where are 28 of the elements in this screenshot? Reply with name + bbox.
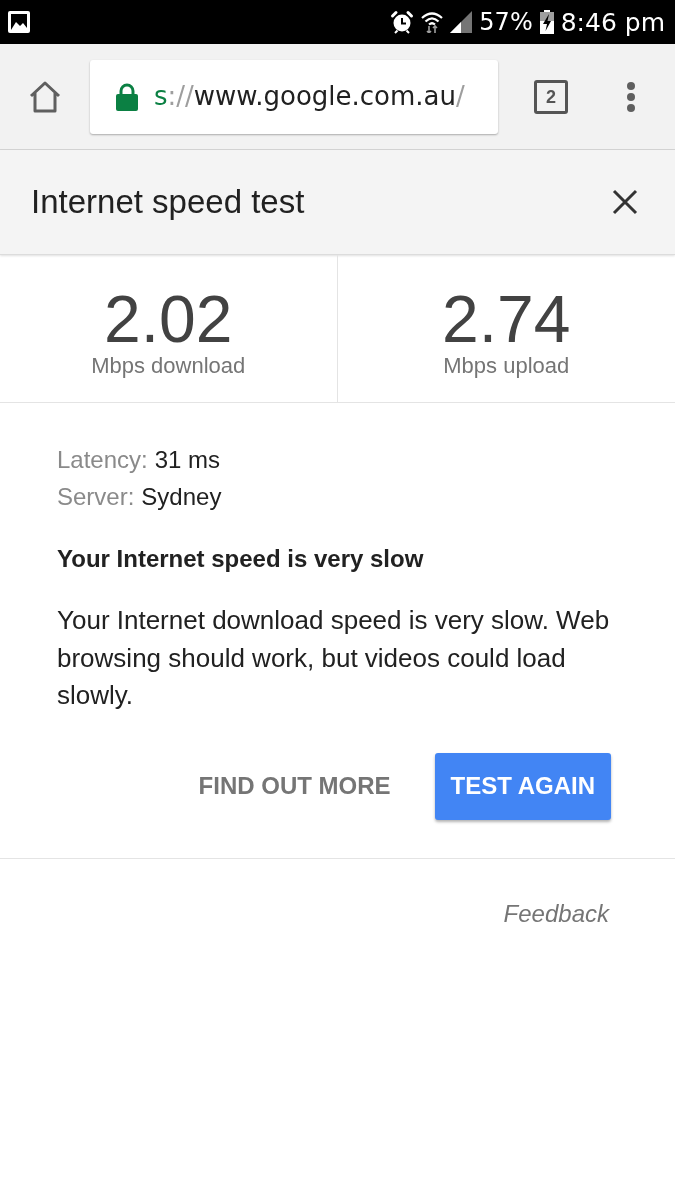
card-title: Internet speed test (31, 182, 305, 223)
signal-icon (450, 11, 473, 33)
close-icon (612, 189, 638, 215)
three-dots-icon (626, 81, 636, 112)
speed-unit-label: Mbps upload (443, 351, 570, 380)
image-icon (8, 11, 30, 33)
result-message: Your Internet download speed is very slow. Web browsing should work, but videos could load slowly. (57, 604, 611, 712)
detail-label: Server: (57, 482, 135, 512)
test-again-button[interactable]: TEST AGAIN (434, 752, 611, 820)
detail-value: 31 ms (154, 445, 221, 475)
lock-icon (116, 82, 138, 111)
address-bar[interactable]: s://www.google.com.au/ (90, 59, 498, 134)
detail-label: Latency: (57, 445, 148, 475)
wifi-icon (421, 11, 444, 33)
speed-value: 2.02 (104, 285, 233, 352)
find-out-more-button[interactable]: FIND OUT MORE (190, 752, 399, 820)
result-heading: Your Internet speed is very slow (57, 544, 425, 574)
battery-charging-icon (539, 10, 554, 34)
alarm-clock-icon (390, 10, 415, 34)
speed-value: 2.74 (442, 285, 571, 352)
speed-unit-label: Mbps download (91, 351, 246, 380)
home-icon (28, 79, 62, 114)
tab-switcher-button[interactable]: 2 (534, 79, 568, 114)
url-text: s://www.google.com.au/ (154, 80, 465, 113)
battery-percentage: 57% (479, 10, 533, 34)
detail-value: Sydney (141, 482, 222, 512)
clock-time: 8:46 pm (560, 9, 665, 35)
feedback-link[interactable]: Feedback (503, 898, 609, 929)
